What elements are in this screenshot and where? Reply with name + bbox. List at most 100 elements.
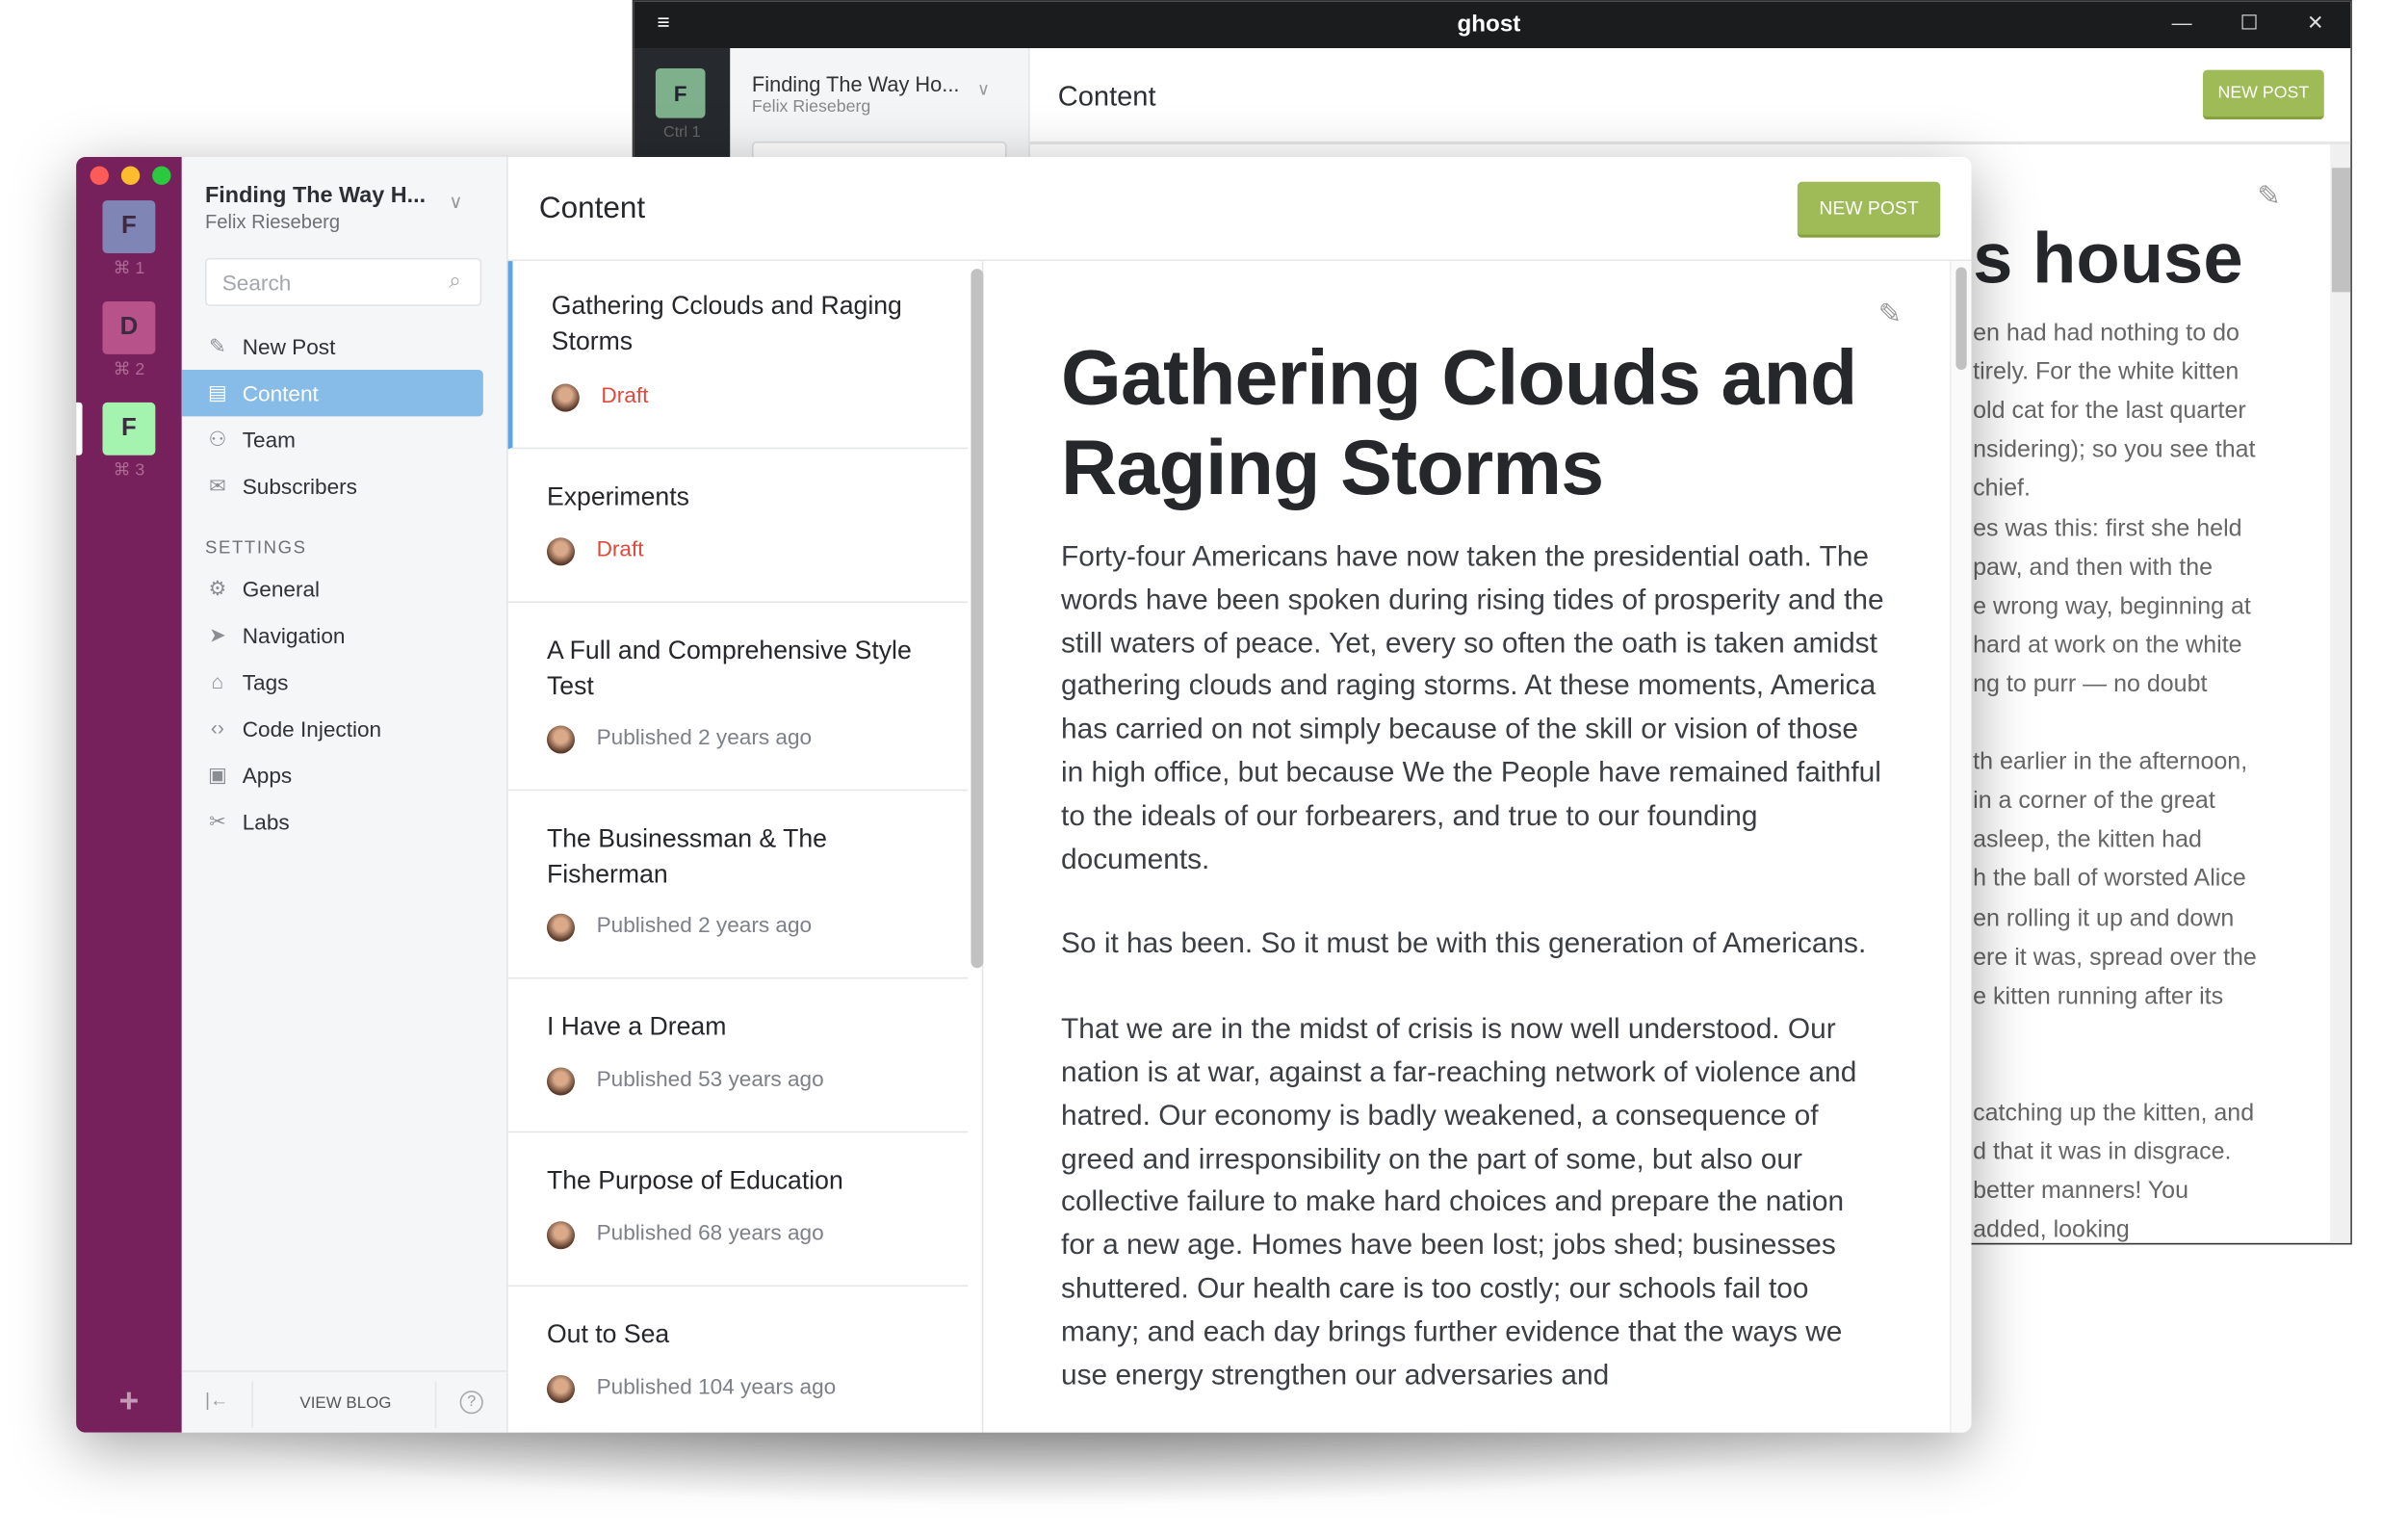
- sidebar-item-label: Code Injection: [242, 715, 382, 741]
- add-site-button[interactable]: +: [76, 1381, 182, 1421]
- article-body: Forty-four Americans have now taken the …: [1061, 534, 1884, 1433]
- site-tile-1[interactable]: F: [102, 200, 156, 254]
- article-line: better manners! You: [1973, 1178, 2189, 1205]
- tags-icon: ⌂: [211, 669, 224, 693]
- post-title: The Businessman & The Fisherman: [546, 824, 827, 889]
- post-status: Draft: [601, 381, 649, 407]
- article-scrollbar[interactable]: [1949, 261, 1972, 1433]
- site-rail: F ⌘ 1 D ⌘ 2 F ⌘ 3 +: [76, 156, 182, 1433]
- article-line: d that it was in disgrace.: [1973, 1138, 2232, 1166]
- article-line: ng to purr — no doubt: [1973, 670, 2208, 698]
- sidebar-item-new-post[interactable]: ✎ New Post: [182, 324, 483, 370]
- new-post-icon: ✎: [209, 333, 226, 358]
- sidebar-item-navigation[interactable]: ➤ Navigation: [182, 612, 483, 659]
- content-icon: ▤: [207, 380, 227, 404]
- site-tile-3[interactable]: F: [102, 402, 156, 455]
- site-tile-2[interactable]: D: [102, 301, 156, 354]
- site-title[interactable]: Finding The Way H...: [205, 183, 426, 208]
- post-list-item[interactable]: A Full and Comprehensive Style Test Publi…: [507, 603, 969, 792]
- author-avatar: [551, 383, 580, 412]
- sidebar-item-label: General: [242, 576, 321, 602]
- edit-icon[interactable]: ✎: [2257, 180, 2280, 213]
- sidebar-item-content[interactable]: ▤ Content: [181, 370, 483, 417]
- settings-heading: SETTINGS: [204, 538, 307, 559]
- post-title: A Full and Comprehensive Style Test: [546, 637, 912, 701]
- team-icon: ⚇: [208, 427, 227, 451]
- article-line: hard at work on the white: [1973, 632, 2242, 659]
- article-paragraph: So it has been. So it must be with this …: [1061, 926, 1867, 960]
- minimize-button[interactable]: [120, 166, 141, 186]
- post-list-item[interactable]: Gathering Cclouds and Raging Storms Draft: [507, 261, 969, 450]
- article-line: h the ball of worsted Alice: [1973, 866, 2246, 893]
- author-avatar: [546, 725, 575, 754]
- article-line: nsidering); so you see that: [1973, 436, 2256, 464]
- article-line: es was this: first she held: [1973, 514, 2242, 542]
- subscribers-icon: ✉: [209, 474, 226, 498]
- sidebar-item-general[interactable]: ⚙ General: [182, 565, 483, 611]
- article-line: en had had nothing to do: [1973, 320, 2240, 347]
- view-blog-button[interactable]: VIEW BLOG: [299, 1393, 391, 1412]
- page-title: Content: [538, 191, 646, 225]
- close-button[interactable]: [90, 166, 109, 186]
- post-status: Published 2 years ago: [596, 912, 813, 937]
- help-icon[interactable]: ?: [459, 1391, 483, 1415]
- article-line: e wrong way, beginning at: [1973, 592, 2251, 620]
- header: Content NEW POST: [507, 157, 1972, 262]
- search-input[interactable]: Search ⌕: [204, 257, 482, 306]
- sidebar-item-subscribers[interactable]: ✉ Subscribers: [182, 463, 483, 509]
- post-list-item[interactable]: Experiments Draft: [507, 449, 969, 604]
- main-window[interactable]: F ⌘ 1 D ⌘ 2 F ⌘ 3 + Finding The Way H...…: [76, 156, 1972, 1433]
- article-line: paw, and then with the: [1973, 554, 2214, 581]
- post-list-item[interactable]: The Businessman & The Fisherman Published…: [507, 791, 969, 979]
- sidebar-item-label: New Post: [242, 333, 336, 359]
- edit-icon[interactable]: ✎: [1878, 299, 1902, 331]
- post-list-item[interactable]: Out to Sea Published 104 years ago: [508, 1287, 969, 1433]
- chevron-down-icon[interactable]: ∨: [449, 191, 462, 213]
- new-post-button[interactable]: NEW POST: [1797, 181, 1941, 238]
- site-shortcut: ⌘ 2: [113, 360, 145, 379]
- search-icon: ⌕: [449, 267, 461, 293]
- sidebar-item-label: Tags: [242, 669, 289, 695]
- article-title: s house: [1973, 217, 2243, 299]
- author-avatar: [546, 1374, 575, 1403]
- sidebar-item-label: Team: [242, 427, 296, 453]
- site-shortcut: ⌘ 3: [113, 461, 145, 481]
- sidebar-item-code-injection[interactable]: ‹› Code Injection: [182, 706, 483, 752]
- sidebar-item-team[interactable]: ⚇ Team: [182, 416, 483, 462]
- article-line: en rolling it up and down: [1973, 904, 2235, 932]
- post-status: Published 53 years ago: [596, 1065, 824, 1091]
- zoom-button[interactable]: [152, 166, 171, 186]
- collapse-sidebar-icon[interactable]: |←: [205, 1389, 228, 1411]
- search-placeholder: Search: [221, 270, 292, 296]
- post-title: Experiments: [546, 482, 689, 511]
- code-injection-icon: ‹›: [210, 715, 224, 741]
- sidebar-item-labs[interactable]: ✂ Labs: [182, 798, 483, 845]
- article-line: ere it was, spread over the: [1973, 944, 2257, 971]
- sidebar-item-tags[interactable]: ⌂ Tags: [182, 659, 483, 705]
- article-line: asleep, the kitten had: [1973, 826, 2202, 854]
- scrollbar[interactable]: [2330, 144, 2351, 1243]
- post-title: The Purpose of Education: [546, 1166, 843, 1195]
- post-list-item[interactable]: The Purpose of Education Published 68 yea…: [507, 1132, 969, 1287]
- article-line: th earlier in the afternoon,: [1973, 748, 2248, 776]
- post-status: Published 68 years ago: [596, 1219, 824, 1245]
- sidebar: Finding The Way H... Felix Rieseberg ∨ S…: [181, 156, 508, 1433]
- post-title: Gathering Cclouds and Raging Storms: [551, 292, 902, 356]
- site-shortcut: ⌘ 1: [113, 259, 145, 278]
- sidebar-item-label: Apps: [242, 763, 293, 789]
- sidebar-item-label: Labs: [242, 809, 290, 835]
- navigation-icon: ➤: [209, 623, 226, 647]
- article-title: Gathering Clouds and Raging Storms: [1061, 333, 1857, 511]
- post-title: Out to Sea: [546, 1320, 670, 1349]
- sidebar-item-apps[interactable]: ▣ Apps: [182, 752, 483, 798]
- post-status: Published 104 years ago: [596, 1373, 837, 1399]
- post-list-item[interactable]: I Have a Dream Published 53 years ago: [507, 979, 969, 1133]
- post-list-scrollbar[interactable]: [971, 269, 984, 969]
- article-preview: ✎ Gathering Clouds and Raging Storms For…: [993, 261, 1950, 1433]
- post-list: Gathering Cclouds and Raging Storms Draft…: [507, 261, 984, 1433]
- article-line: e kitten running after its: [1973, 982, 2224, 1010]
- sidebar-item-label: Navigation: [242, 623, 346, 648]
- author-avatar: [546, 537, 575, 566]
- post-status: Published 2 years ago: [596, 723, 813, 749]
- author-avatar: [546, 1221, 575, 1250]
